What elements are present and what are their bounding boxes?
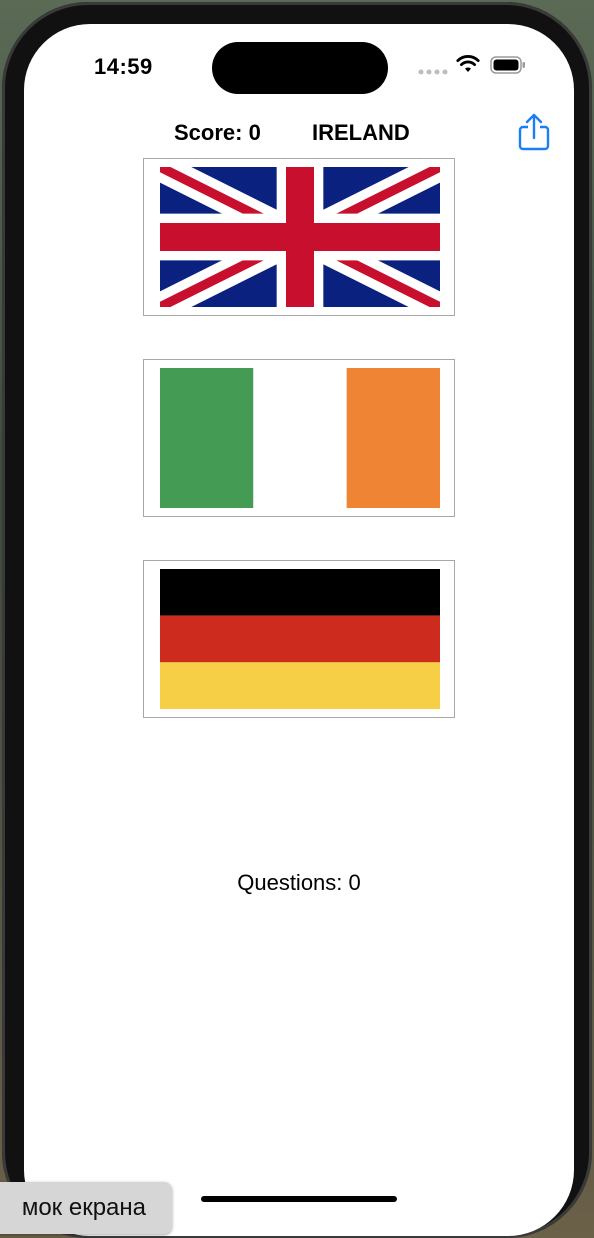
phone-frame: 14:59 Score: 0 IRELAND Questions: 0	[2, 2, 592, 1238]
home-indicator[interactable]	[201, 1196, 397, 1202]
target-country-label: IRELAND	[312, 120, 410, 145]
wifi-icon	[456, 55, 480, 72]
flag-button-2[interactable]	[143, 359, 455, 517]
battery-icon	[490, 56, 525, 74]
status-time: 14:59	[94, 54, 153, 79]
germany-flag-image	[160, 569, 440, 709]
screenshot-tooltip: мок екрана	[0, 1182, 172, 1234]
cellular-signal-icon	[418, 69, 448, 75]
uk-flag-image	[160, 167, 440, 307]
share-button[interactable]	[516, 112, 552, 152]
app-screen: 14:59 Score: 0 IRELAND Questions: 0	[24, 24, 574, 1236]
flag-button-1[interactable]	[143, 158, 455, 316]
flag-button-3[interactable]	[143, 560, 455, 718]
dynamic-island	[212, 42, 388, 94]
share-icon	[518, 113, 550, 151]
ireland-flag-image	[160, 368, 440, 508]
questions-count-label: Questions: 0	[237, 870, 361, 895]
score-label: Score: 0	[174, 120, 261, 145]
